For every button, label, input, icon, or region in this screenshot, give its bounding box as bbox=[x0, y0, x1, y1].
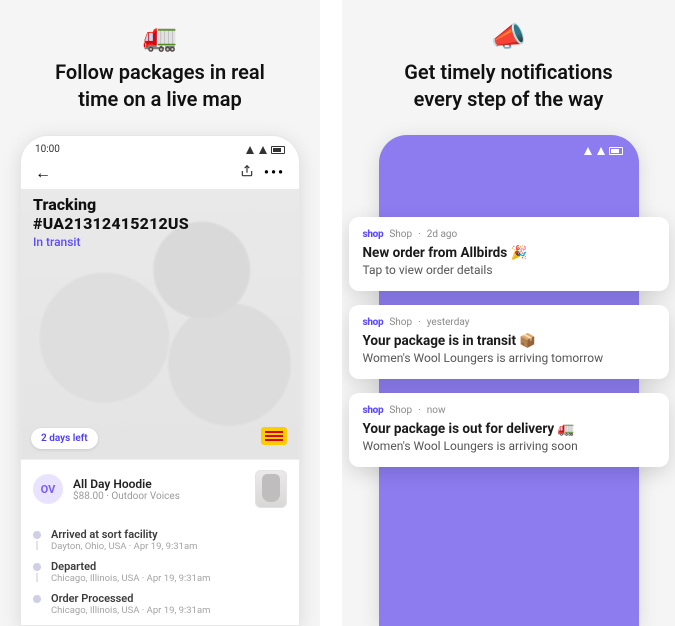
tracking-header: Tracking #UA21312415212US In transit bbox=[33, 195, 189, 249]
tl-title: Order Processed bbox=[51, 592, 210, 605]
product-price: $88.00 bbox=[73, 491, 104, 502]
hero-line1: Get timely notifications bbox=[404, 60, 612, 84]
hero-title-right: Get timely notifications every step of t… bbox=[380, 59, 636, 113]
timeline-item: Arrived at sort facility Dayton, Ohio, U… bbox=[33, 524, 287, 556]
brand-badge: OV bbox=[33, 474, 63, 504]
notification-card[interactable]: shop Shop · now Your package is out for … bbox=[349, 393, 669, 467]
notif-title: Your package is in transit 📦 bbox=[363, 333, 655, 349]
tl-sub: Chicago, Illinois, USA · Apr 19, 9:31am bbox=[51, 573, 210, 584]
panel-notifications: 📣 Get timely notifications every step of… bbox=[342, 0, 675, 626]
product-name: All Day Hoodie bbox=[73, 477, 245, 491]
timeline: Arrived at sort facility Dayton, Ohio, U… bbox=[21, 518, 299, 626]
notification-stack: shop Shop · 2d ago New order from Allbir… bbox=[349, 217, 669, 467]
tl-title: Departed bbox=[51, 560, 210, 573]
product-brand: Outdoor Voices bbox=[111, 491, 180, 502]
notif-body: Women's Wool Loungers is arriving tomorr… bbox=[363, 351, 655, 365]
notification-card[interactable]: shop Shop · 2d ago New order from Allbir… bbox=[349, 217, 669, 291]
tl-sub: Dayton, Ohio, USA · Apr 19, 9:31am bbox=[51, 541, 197, 552]
app-name: Shop bbox=[389, 317, 412, 328]
see-more-link[interactable]: See 3 more updates bbox=[33, 620, 287, 626]
hero-line2: every step of the way bbox=[414, 87, 604, 111]
shop-logo: shop bbox=[363, 317, 384, 328]
product-card[interactable]: OV All Day Hoodie $88.00 · Outdoor Voice… bbox=[21, 459, 299, 518]
notification-card[interactable]: shop Shop · yesterday Your package is in… bbox=[349, 305, 669, 379]
timeline-item: Departed Chicago, Illinois, USA · Apr 19… bbox=[33, 556, 287, 588]
shop-logo: shop bbox=[363, 229, 384, 240]
days-left-pill: 2 days left bbox=[31, 428, 98, 449]
status-bar: 10:00 bbox=[21, 136, 299, 159]
app-name: Shop bbox=[389, 405, 412, 416]
map[interactable]: Tracking #UA21312415212US In transit 2 d… bbox=[21, 189, 299, 459]
timeline-item: Order Processed Chicago, Illinois, USA ·… bbox=[33, 588, 287, 620]
back-icon[interactable]: ← bbox=[35, 163, 51, 183]
notif-body: Tap to view order details bbox=[363, 263, 655, 277]
share-icon[interactable] bbox=[240, 164, 254, 182]
megaphone-icon: 📣 bbox=[491, 20, 526, 53]
panel-tracking: 🚛 Follow packages in real time on a live… bbox=[0, 0, 320, 626]
product-meta: $88.00 · Outdoor Voices bbox=[73, 491, 245, 502]
hero-title-left: Follow packages in real time on a live m… bbox=[31, 59, 289, 113]
product-thumb bbox=[255, 470, 287, 508]
status-bar bbox=[379, 135, 639, 161]
dhl-badge bbox=[261, 427, 287, 445]
notif-time: now bbox=[427, 405, 446, 416]
shop-logo: shop bbox=[363, 405, 384, 416]
notif-body: Women's Wool Loungers is arriving soon bbox=[363, 439, 655, 453]
phone-frame-left: 10:00 ← ••• Tracking #UA21312415212US In… bbox=[20, 135, 300, 626]
toolbar: ← ••• bbox=[21, 159, 299, 189]
status-icons bbox=[245, 146, 285, 154]
signal-icon bbox=[246, 146, 254, 154]
more-icon[interactable]: ••• bbox=[264, 165, 285, 181]
tracking-label: Tracking bbox=[33, 195, 189, 214]
status-time: 10:00 bbox=[35, 144, 60, 155]
battery-icon bbox=[271, 146, 285, 154]
battery-icon bbox=[609, 147, 623, 155]
hero-line2: time on a live map bbox=[78, 87, 242, 111]
wifi-icon bbox=[597, 147, 605, 155]
truck-icon: 🚛 bbox=[143, 20, 178, 53]
tracking-id: #UA21312415212US bbox=[33, 214, 189, 233]
notif-title: New order from Allbirds 🎉 bbox=[363, 245, 655, 261]
tracking-status: In transit bbox=[33, 235, 189, 249]
phone-frame-right: shop Shop · 2d ago New order from Allbir… bbox=[379, 135, 639, 626]
app-name: Shop bbox=[389, 229, 412, 240]
tl-title: Arrived at sort facility bbox=[51, 528, 197, 541]
hero-line1: Follow packages in real bbox=[55, 60, 265, 84]
tl-sub: Chicago, Illinois, USA · Apr 19, 9:31am bbox=[51, 605, 210, 616]
notif-title: Your package is out for delivery 🚛 bbox=[363, 421, 655, 437]
notif-time: 2d ago bbox=[427, 229, 458, 240]
wifi-icon bbox=[259, 146, 267, 154]
signal-icon bbox=[584, 147, 592, 155]
notif-time: yesterday bbox=[427, 317, 470, 328]
